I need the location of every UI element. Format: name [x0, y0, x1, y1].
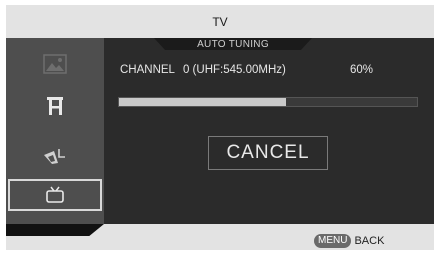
channel-value: 0 (UHF:545.00MHz): [182, 64, 286, 76]
progress-percent: 60%: [350, 64, 374, 76]
picture-icon: [43, 54, 67, 74]
title-bar: TV: [6, 5, 434, 38]
back-hint: MENU BACK: [314, 234, 384, 248]
page-title: TV: [212, 14, 228, 29]
cancel-button[interactable]: CANCEL: [208, 136, 328, 170]
sidebar-item-setup[interactable]: [6, 138, 104, 174]
setup-icon: [42, 145, 68, 167]
tv-icon: [44, 186, 66, 204]
progress-fill: [119, 98, 286, 106]
channel-label: CHANNEL: [120, 64, 175, 76]
auto-tuning-panel: AUTO TUNING CHANNEL 0 (UHF:545.00MHz) 60%…: [104, 38, 434, 224]
sidebar: [6, 38, 104, 224]
panel-title: AUTO TUNING: [154, 38, 312, 50]
tv-osd-screen: TV AUTO TUNING CHANNEL 0 (UHF:545.00MHz)…: [6, 5, 434, 250]
progress-bar: [118, 97, 418, 107]
back-label: BACK: [354, 235, 385, 247]
menu-key-badge[interactable]: MENU: [314, 234, 352, 248]
sidebar-item-tv[interactable]: [8, 179, 102, 211]
sound-icon: [44, 95, 66, 117]
channel-line: CHANNEL 0 (UHF:545.00MHz): [120, 64, 286, 76]
bottom-wedge: [6, 224, 104, 236]
sidebar-item-sound[interactable]: [6, 88, 104, 124]
bottom-bar: MENU BACK: [6, 224, 434, 250]
sidebar-item-picture[interactable]: [6, 46, 104, 82]
